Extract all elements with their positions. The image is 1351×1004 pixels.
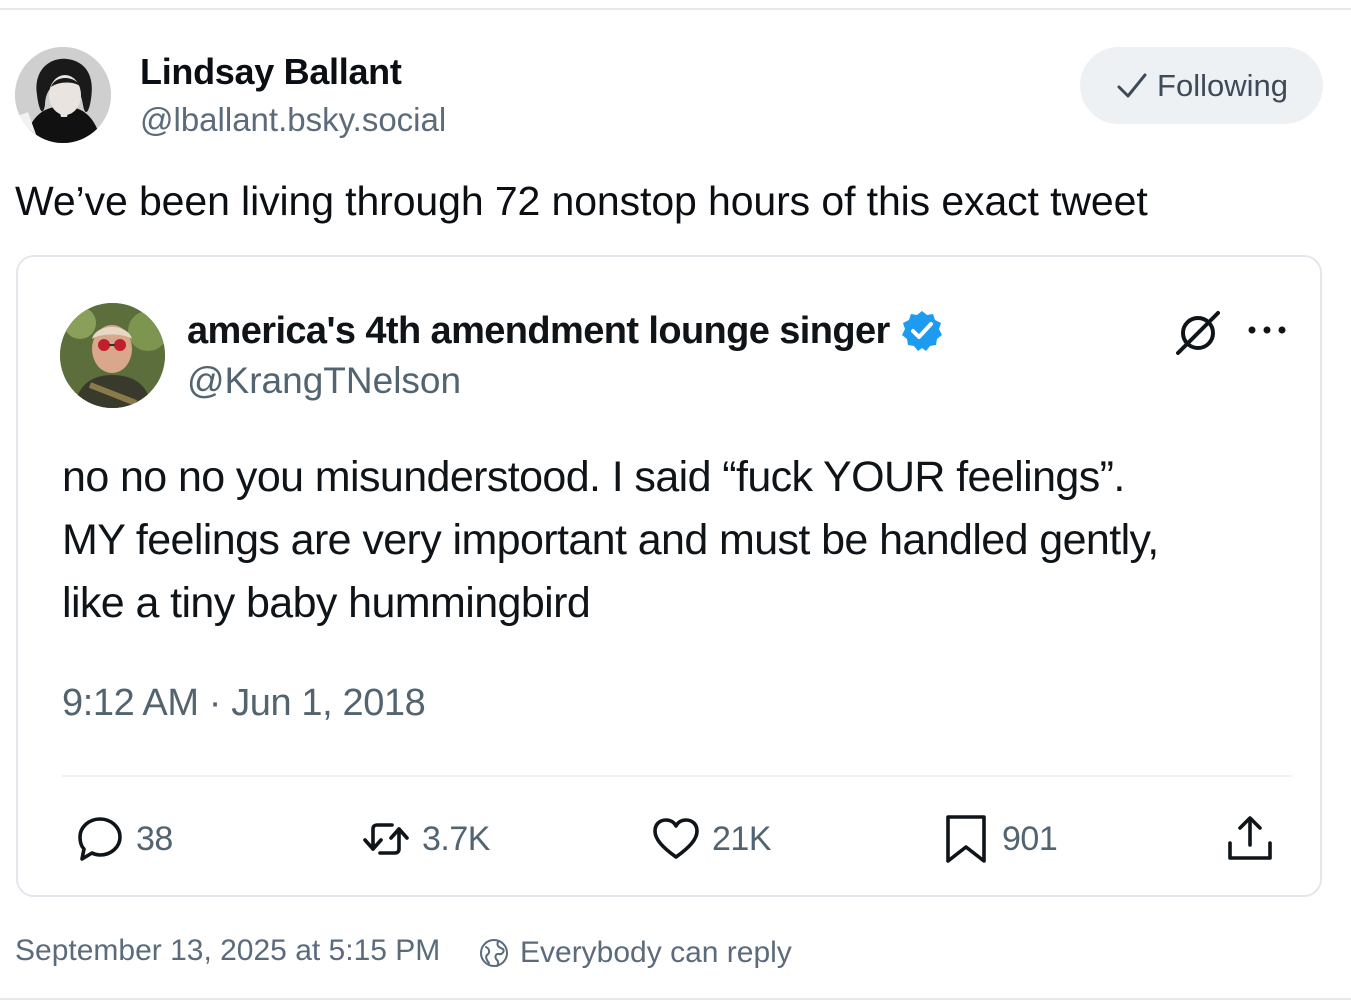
quoted-post-timestamp[interactable]: 9:12 AM · Jun 1, 2018 bbox=[62, 682, 426, 725]
post-text: We’ve been living through 72 nonstop hou… bbox=[15, 178, 1148, 224]
bookmark-icon bbox=[946, 815, 986, 863]
bottom-divider bbox=[0, 998, 1351, 1000]
like-count: 21K bbox=[712, 819, 772, 858]
share-icon bbox=[1228, 816, 1272, 860]
quoted-author-row: america's 4th amendment lounge singer bbox=[187, 306, 944, 356]
author-name[interactable]: Lindsay Ballant bbox=[140, 51, 402, 93]
quoted-post-divider bbox=[62, 775, 1292, 777]
top-divider bbox=[0, 8, 1351, 10]
quoted-post-line: like a tiny baby hummingbird bbox=[62, 579, 591, 627]
share-button[interactable] bbox=[1224, 813, 1276, 865]
reply-setting[interactable]: Everybody can reply bbox=[478, 933, 792, 973]
quoted-post-text: no no no you misunderstood. I said “fuck… bbox=[62, 446, 1297, 635]
more-icon[interactable] bbox=[1245, 318, 1289, 342]
author-avatar[interactable] bbox=[15, 47, 111, 143]
verified-badge-icon bbox=[901, 311, 942, 351]
cancel-logo-icon bbox=[1176, 311, 1220, 355]
quoted-author-avatar[interactable] bbox=[60, 303, 165, 408]
author-handle[interactable]: @lballant.bsky.social bbox=[140, 101, 446, 139]
globe-icon bbox=[480, 939, 508, 967]
quoted-post-line: no no no you misunderstood. I said “fuck… bbox=[62, 453, 1125, 501]
check-icon bbox=[1117, 73, 1147, 97]
quoted-author-name[interactable]: america's 4th amendment lounge singer bbox=[187, 310, 890, 353]
quoted-author-handle[interactable]: @KrangTNelson bbox=[187, 360, 461, 402]
repost-count: 3.7K bbox=[422, 819, 490, 858]
bookmark-button[interactable]: 901 bbox=[940, 813, 1058, 865]
following-label: Following bbox=[1157, 67, 1288, 103]
following-button[interactable]: Following bbox=[1080, 47, 1323, 124]
quoted-post-line: MY feelings are very important and must … bbox=[62, 516, 1159, 564]
reply-icon bbox=[78, 817, 122, 861]
heart-icon bbox=[653, 818, 699, 859]
post-thread-view: Lindsay Ballant @lballant.bsky.social Fo… bbox=[0, 0, 1351, 1004]
reply-setting-label: Everybody can reply bbox=[520, 936, 792, 969]
bookmark-count: 901 bbox=[1002, 819, 1058, 858]
like-button[interactable]: 21K bbox=[650, 813, 772, 865]
post-date: September 13, 2025 at 5:15 PM bbox=[15, 934, 441, 967]
repost-button[interactable]: 3.7K bbox=[360, 813, 490, 865]
reply-count: 38 bbox=[136, 819, 173, 858]
repost-icon bbox=[363, 823, 409, 855]
reply-button[interactable]: 38 bbox=[74, 813, 173, 865]
